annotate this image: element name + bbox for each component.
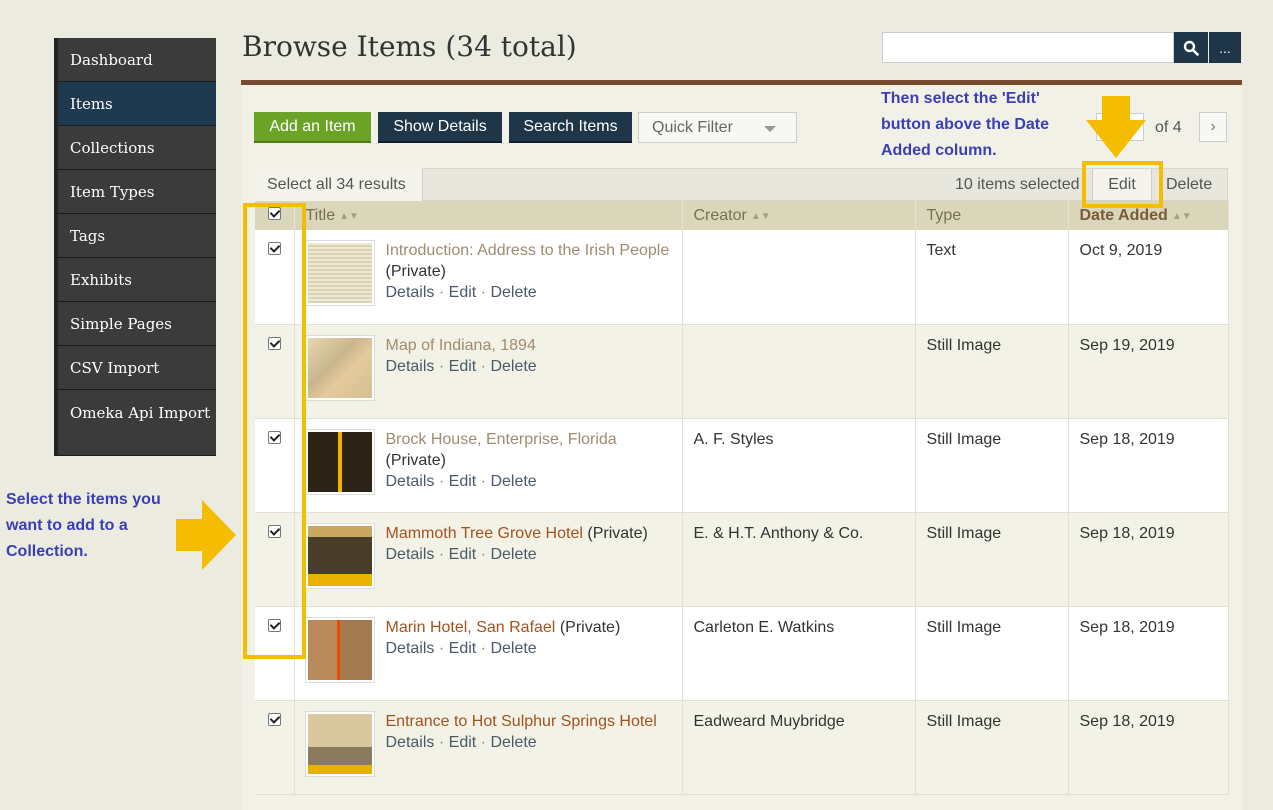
checkbox-highlight-box: [243, 203, 306, 659]
delete-link[interactable]: Delete: [490, 473, 536, 490]
creator-cell: Carleton E. Watkins: [682, 606, 916, 701]
delete-link[interactable]: Delete: [490, 640, 536, 657]
sidebar-item-item-types[interactable]: Item Types: [54, 170, 216, 214]
column-title[interactable]: Title ▲▼: [294, 201, 683, 230]
table-row: Brock House, Enterprise, Florida (Privat…: [255, 418, 1229, 513]
details-link[interactable]: Details: [386, 358, 435, 375]
delete-link[interactable]: Delete: [490, 546, 536, 563]
creator-cell: E. & H.T. Anthony & Co.: [682, 512, 916, 607]
sidebar-item-collections[interactable]: Collections: [54, 126, 216, 170]
column-creator[interactable]: Creator ▲▼: [682, 201, 916, 230]
item-title-link[interactable]: Map of Indiana, 1894: [386, 337, 536, 354]
add-item-button[interactable]: Add an Item: [254, 112, 371, 143]
details-link[interactable]: Details: [386, 734, 435, 751]
table-row: Marin Hotel, San Rafael (Private) Detail…: [255, 606, 1229, 701]
edit-link[interactable]: Edit: [449, 473, 477, 490]
sort-icon: ▲▼: [750, 210, 771, 222]
item-title-link[interactable]: Mammoth Tree Grove Hotel: [386, 525, 583, 542]
date-cell: Oct 9, 2019: [1068, 230, 1229, 325]
date-cell: Sep 18, 2019: [1068, 418, 1229, 513]
sidebar-item-exhibits[interactable]: Exhibits: [54, 258, 216, 302]
details-link[interactable]: Details: [386, 473, 435, 490]
private-label: (Private): [559, 618, 621, 636]
item-thumbnail[interactable]: [304, 240, 375, 306]
item-thumbnail[interactable]: [304, 710, 375, 777]
item-title-link[interactable]: Introduction: Address to the Irish Peopl…: [386, 242, 670, 259]
quick-filter-label: Quick Filter: [652, 119, 733, 136]
next-page-button[interactable]: ›: [1199, 112, 1227, 142]
type-cell: Still Image: [915, 324, 1069, 419]
items-table: Title ▲▼ Creator ▲▼ Type Date Added ▲▼ Intr…: [255, 201, 1229, 795]
date-cell: Sep 18, 2019: [1068, 606, 1229, 701]
batch-delete-button[interactable]: Delete: [1166, 176, 1212, 194]
edit-link[interactable]: Edit: [449, 358, 477, 375]
type-cell: Text: [915, 230, 1069, 325]
show-details-button[interactable]: Show Details: [378, 112, 502, 143]
creator-cell: [682, 324, 916, 419]
type-cell: Still Image: [915, 418, 1069, 513]
page-of-label: of 4: [1155, 119, 1182, 136]
sidebar-nav: Dashboard Items Collections Item Types T…: [54, 38, 216, 456]
item-title-link[interactable]: Marin Hotel, San Rafael: [386, 619, 556, 636]
delete-link[interactable]: Delete: [490, 358, 536, 375]
arrow-down-icon: [1086, 96, 1146, 158]
type-cell: Still Image: [915, 512, 1069, 607]
item-thumbnail[interactable]: [304, 428, 375, 495]
type-cell: Still Image: [915, 606, 1069, 701]
sort-icon: ▲▼: [339, 210, 359, 222]
item-title-link[interactable]: Entrance to Hot Sulphur Springs Hotel: [386, 713, 657, 730]
details-link[interactable]: Details: [386, 284, 435, 301]
date-cell: Sep 19, 2019: [1068, 324, 1229, 419]
table-row: Entrance to Hot Sulphur Springs Hotel De…: [255, 700, 1229, 795]
creator-cell: [682, 230, 916, 325]
search-input[interactable]: [882, 32, 1174, 63]
quick-filter-dropdown[interactable]: Quick Filter: [638, 112, 797, 143]
sidebar-item-tags[interactable]: Tags: [54, 214, 216, 258]
select-all-button[interactable]: Select all 34 results: [255, 168, 423, 201]
private-label: (Private): [385, 263, 446, 280]
private-label: (Private): [587, 524, 648, 542]
item-thumbnail[interactable]: [304, 334, 375, 401]
sidebar-item-omeka-api-import[interactable]: Omeka Api Import: [54, 390, 216, 456]
edit-link[interactable]: Edit: [449, 546, 477, 563]
row-checkbox[interactable]: [267, 712, 281, 726]
date-cell: Sep 18, 2019: [1068, 700, 1229, 795]
edit-link[interactable]: Edit: [449, 734, 477, 751]
annotation-edit-instruction: Then select the 'Edit' button above the …: [881, 90, 1050, 159]
table-row: Mammoth Tree Grove Hotel (Private) Detai…: [255, 512, 1229, 607]
delete-link[interactable]: Delete: [490, 734, 536, 751]
details-link[interactable]: Details: [386, 640, 435, 657]
edit-link[interactable]: Edit: [449, 640, 477, 657]
table-row: Introduction: Address to the Irish Peopl…: [255, 230, 1229, 325]
page-title: Browse Items (34 total): [242, 30, 577, 63]
arrow-right-icon: [176, 500, 236, 570]
sidebar-item-simple-pages[interactable]: Simple Pages: [54, 302, 216, 346]
sidebar-item-items[interactable]: Items: [54, 82, 216, 126]
creator-cell: A. F. Styles: [682, 418, 916, 513]
details-link[interactable]: Details: [386, 546, 435, 563]
chevron-down-icon: [764, 126, 776, 132]
item-thumbnail[interactable]: [304, 616, 375, 683]
table-row: Map of Indiana, 1894 Details · Edit · De…: [255, 324, 1229, 419]
item-thumbnail[interactable]: [304, 522, 375, 589]
edit-highlight-box: [1082, 161, 1163, 208]
search-items-button[interactable]: Search Items: [509, 112, 632, 143]
sidebar-item-dashboard[interactable]: Dashboard: [54, 38, 216, 82]
annotation-select-instruction: Select the items you want to add to a Co…: [6, 491, 161, 560]
type-cell: Still Image: [915, 700, 1069, 795]
search-icon: [1183, 40, 1199, 56]
search-button[interactable]: [1174, 32, 1208, 63]
delete-link[interactable]: Delete: [490, 284, 536, 301]
date-cell: Sep 18, 2019: [1068, 512, 1229, 607]
edit-link[interactable]: Edit: [449, 284, 477, 301]
items-selected-count: 10 items selected: [955, 176, 1080, 193]
advanced-search-button[interactable]: ...: [1209, 32, 1241, 63]
sort-icon: ▲▼: [1171, 210, 1192, 222]
item-title-link[interactable]: Brock House, Enterprise, Florida: [386, 431, 617, 448]
sidebar-item-csv-import[interactable]: CSV Import: [54, 346, 216, 390]
creator-cell: Eadweard Muybridge: [682, 700, 916, 795]
private-label: (Private): [385, 451, 446, 469]
column-type: Type: [915, 201, 1069, 230]
